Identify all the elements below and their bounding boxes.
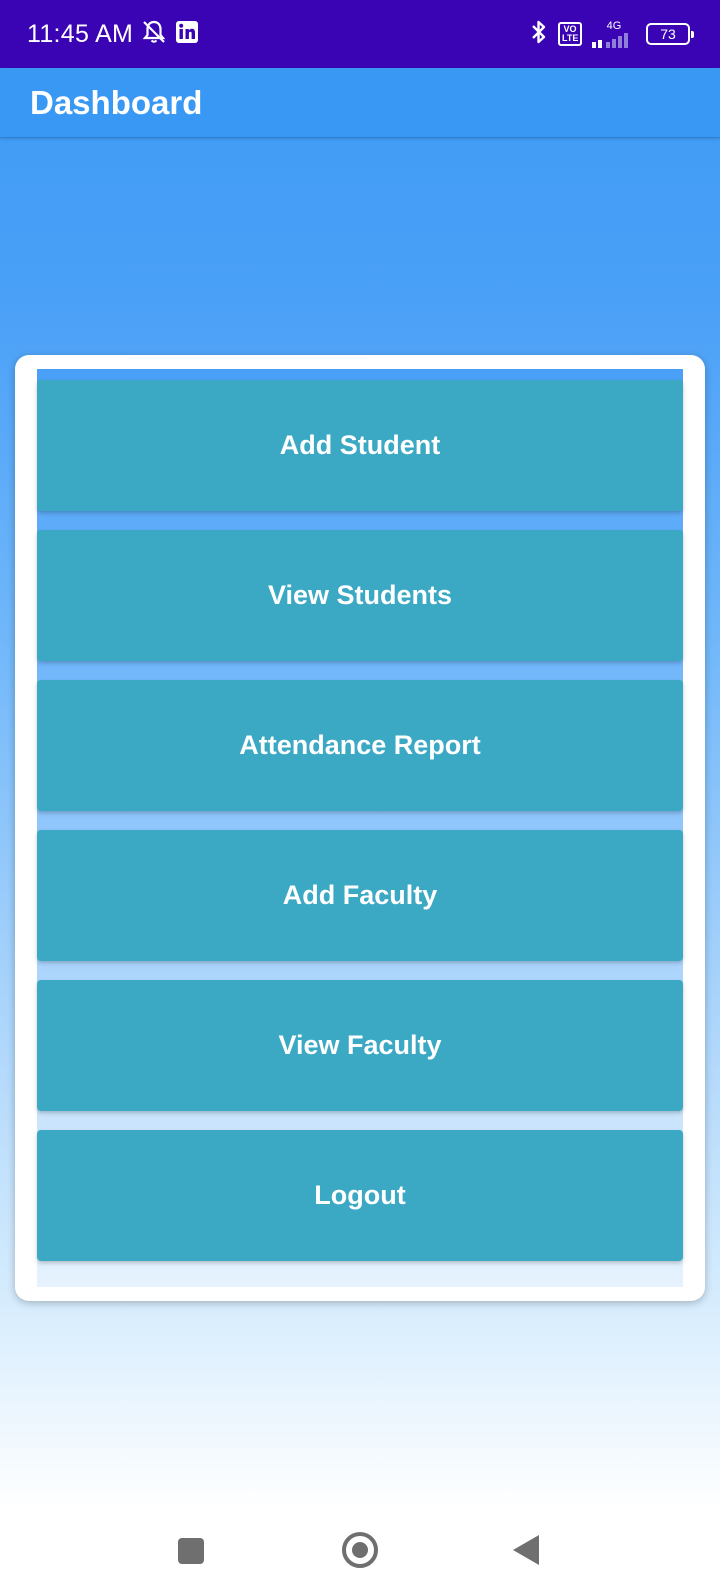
signal-4g-icon: 4G xyxy=(592,19,636,48)
battery-icon: 73 xyxy=(646,23,694,45)
volte-icon: VO LTE xyxy=(558,22,582,46)
view-faculty-button[interactable]: View Faculty xyxy=(37,980,683,1111)
attendance-report-button[interactable]: Attendance Report xyxy=(37,680,683,811)
add-faculty-button[interactable]: Add Faculty xyxy=(37,830,683,961)
app-bar: Dashboard xyxy=(0,68,720,138)
status-bar: 11:45 AM VO LTE 4G 73 xyxy=(0,0,720,68)
home-icon[interactable] xyxy=(342,1532,378,1568)
view-students-button[interactable]: View Students xyxy=(37,530,683,661)
system-nav-bar xyxy=(0,1510,720,1595)
status-left: 11:45 AM xyxy=(27,19,199,50)
status-right: VO LTE 4G 73 xyxy=(530,19,694,50)
network-type: 4G xyxy=(606,19,622,32)
status-time: 11:45 AM xyxy=(27,19,134,48)
add-student-button[interactable]: Add Student xyxy=(37,380,683,511)
bluetooth-icon xyxy=(530,19,548,50)
linkedin-icon xyxy=(175,20,199,49)
notifications-off-icon xyxy=(141,19,167,50)
logout-button[interactable]: Logout xyxy=(37,1130,683,1261)
recents-icon[interactable] xyxy=(178,1538,204,1564)
back-icon[interactable] xyxy=(513,1535,539,1565)
dashboard-card: Add Student View Students Attendance Rep… xyxy=(15,355,705,1301)
page-title: Dashboard xyxy=(30,83,203,121)
